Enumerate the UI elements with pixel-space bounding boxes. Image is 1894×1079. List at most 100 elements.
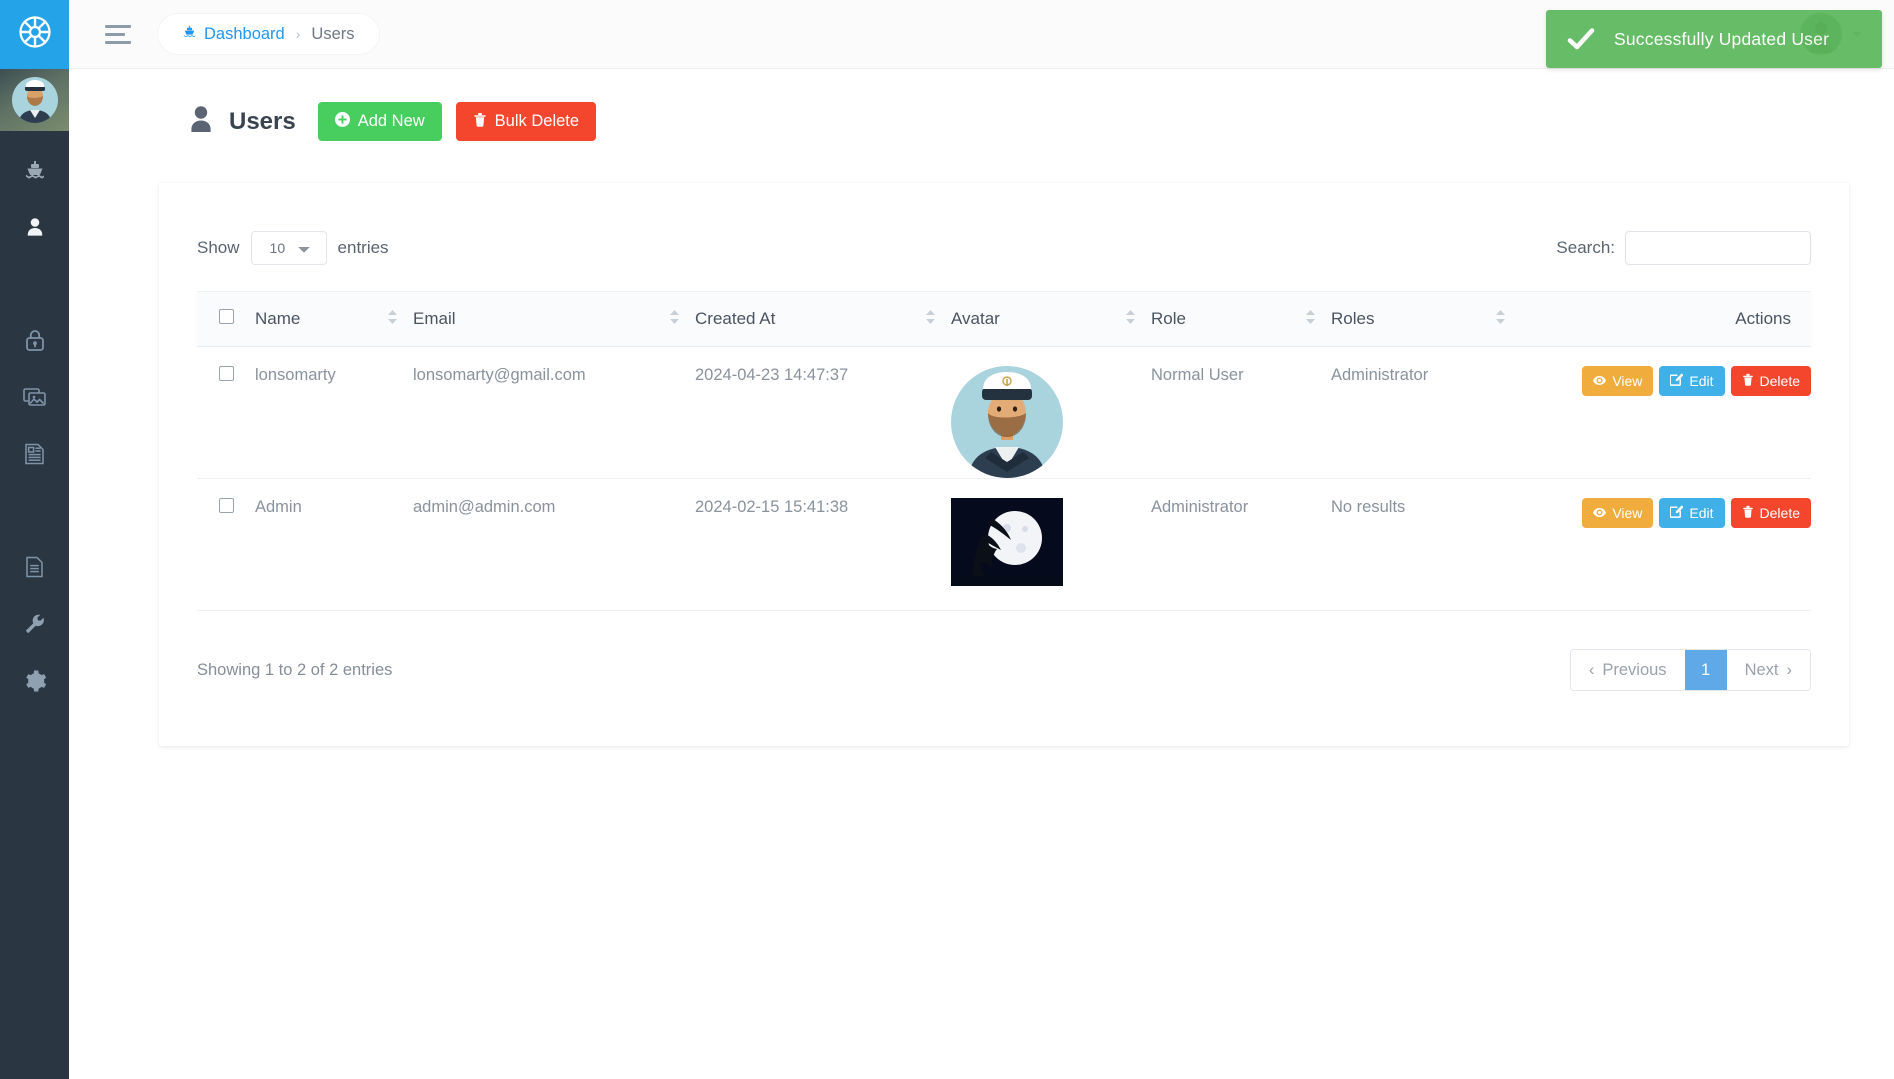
hamburger-icon[interactable] xyxy=(105,22,135,46)
delete-button[interactable]: Delete xyxy=(1730,498,1811,528)
plus-circle-icon xyxy=(334,111,350,132)
trash-icon xyxy=(473,112,487,132)
row-select-cell[interactable] xyxy=(197,478,255,611)
cell-email: lonsomarty@gmail.com xyxy=(413,346,695,479)
entries-info: Showing 1 to 2 of 2 entries xyxy=(197,660,393,679)
table-footer: Showing 1 to 2 of 2 entries ‹ Previous 1… xyxy=(197,611,1811,691)
ship-icon xyxy=(182,24,197,44)
pagination-next[interactable]: Next › xyxy=(1726,650,1810,690)
sidebar-item-ships[interactable] xyxy=(0,141,69,198)
lock-icon xyxy=(24,328,46,352)
table-body: lonsomarty lonsomarty@gmail.com 2024-04-… xyxy=(197,346,1811,611)
user-icon xyxy=(24,216,46,238)
page-header: Users Add New Bulk Delete xyxy=(69,69,1894,141)
edit-button[interactable]: Edit xyxy=(1659,366,1725,396)
th-created-at[interactable]: Created At xyxy=(695,291,951,347)
row-action-group: View Edit Delete xyxy=(1582,366,1811,396)
table-row: lonsomarty lonsomarty@gmail.com 2024-04-… xyxy=(197,346,1811,479)
th-role-label: Role xyxy=(1151,309,1186,328)
add-new-button[interactable]: Add New xyxy=(317,102,442,141)
cell-created-at: 2024-02-15 15:41:38 xyxy=(695,478,951,611)
sidebar-logo[interactable] xyxy=(0,0,69,69)
th-email-label: Email xyxy=(413,309,456,328)
th-name[interactable]: Name xyxy=(255,291,413,347)
select-all-checkbox[interactable] xyxy=(219,309,234,324)
sidebar-item-permissions[interactable] xyxy=(0,311,69,368)
cell-role: Administrator xyxy=(1151,478,1331,611)
user-icon xyxy=(187,104,215,139)
th-role[interactable]: Role xyxy=(1151,291,1331,347)
sidebar xyxy=(0,0,69,1079)
cell-actions: View Edit Delete xyxy=(1521,346,1811,479)
add-new-label: Add New xyxy=(357,112,425,130)
sidebar-item-users[interactable] xyxy=(0,198,69,255)
moon-image xyxy=(951,498,1063,586)
pencil-square-icon xyxy=(1670,373,1684,389)
table-row: Admin admin@admin.com 2024-02-15 15:41:3… xyxy=(197,478,1811,611)
app-root: Dashboard › Users Successfully Updated U… xyxy=(0,0,1894,1079)
cell-roles: Administrator xyxy=(1331,346,1521,479)
sort-icon xyxy=(388,309,397,329)
cell-created-at: 2024-04-23 14:47:37 xyxy=(695,346,951,479)
row-checkbox[interactable] xyxy=(219,366,234,381)
edit-button[interactable]: Edit xyxy=(1659,498,1725,528)
users-card: Show 10 entries Search: Name Email Creat… xyxy=(159,183,1849,746)
row-action-group: View Edit Delete xyxy=(1582,498,1811,528)
cell-email: admin@admin.com xyxy=(413,478,695,611)
sort-icon xyxy=(670,309,679,329)
delete-button[interactable]: Delete xyxy=(1730,366,1811,396)
cell-actions: View Edit Delete xyxy=(1521,478,1811,611)
trash-icon xyxy=(1742,505,1754,521)
cell-avatar xyxy=(951,478,1151,611)
th-roles[interactable]: Roles xyxy=(1331,291,1521,347)
sort-icon xyxy=(926,309,935,329)
bulk-delete-button[interactable]: Bulk Delete xyxy=(455,102,597,141)
eye-icon xyxy=(1593,373,1607,389)
th-avatar[interactable]: Avatar xyxy=(951,291,1151,347)
cell-name: lonsomarty xyxy=(255,346,413,479)
chevron-left-icon: ‹ xyxy=(1588,660,1595,679)
view-label: View xyxy=(1612,373,1643,389)
news-icon xyxy=(23,442,46,466)
captain-avatar xyxy=(11,77,58,123)
table-controls: Show 10 entries Search: xyxy=(197,209,1811,291)
sort-icon xyxy=(1126,309,1135,329)
view-label: View xyxy=(1612,505,1643,521)
table-header-row: Name Email Created At Avatar Role Roles … xyxy=(197,291,1811,347)
sidebar-profile-avatar[interactable] xyxy=(0,69,69,131)
edit-label: Edit xyxy=(1689,373,1714,389)
sidebar-item-gallery[interactable] xyxy=(0,368,69,425)
topbar: Dashboard › Users Successfully Updated U… xyxy=(69,0,1894,69)
sidebar-item-tools[interactable] xyxy=(0,595,69,652)
table-head: Name Email Created At Avatar Role Roles … xyxy=(197,291,1811,347)
sidebar-nav xyxy=(0,131,69,709)
page-length-select[interactable]: 10 xyxy=(250,231,327,265)
pagination-previous[interactable]: ‹ Previous xyxy=(1570,650,1685,690)
pagination-page-1[interactable]: 1 xyxy=(1684,650,1727,690)
bulk-delete-label: Bulk Delete xyxy=(494,112,580,130)
ship-wheel-icon xyxy=(17,14,53,55)
sidebar-item-settings[interactable] xyxy=(0,652,69,709)
success-toast[interactable]: Successfully Updated User xyxy=(1546,10,1882,68)
th-roles-label: Roles xyxy=(1331,309,1375,328)
th-select-all[interactable] xyxy=(197,291,255,347)
th-actions: Actions xyxy=(1521,291,1811,347)
sidebar-item-news[interactable] xyxy=(0,425,69,482)
row-select-cell[interactable] xyxy=(197,346,255,479)
breadcrumb-current: Users xyxy=(311,24,355,43)
cell-name: Admin xyxy=(255,478,413,611)
sort-icon xyxy=(1306,309,1315,329)
view-button[interactable]: View xyxy=(1582,498,1654,528)
cell-avatar xyxy=(951,346,1151,479)
th-email[interactable]: Email xyxy=(413,291,695,347)
view-button[interactable]: View xyxy=(1582,366,1654,396)
row-checkbox[interactable] xyxy=(219,498,234,513)
page-title: Users xyxy=(229,107,296,135)
sidebar-item-pages[interactable] xyxy=(0,538,69,595)
entries-label: entries xyxy=(337,238,389,257)
tools-icon xyxy=(23,612,47,636)
search-input[interactable] xyxy=(1625,231,1811,265)
search-control: Search: xyxy=(1556,231,1811,265)
breadcrumb-dashboard-link[interactable]: Dashboard xyxy=(182,24,285,44)
